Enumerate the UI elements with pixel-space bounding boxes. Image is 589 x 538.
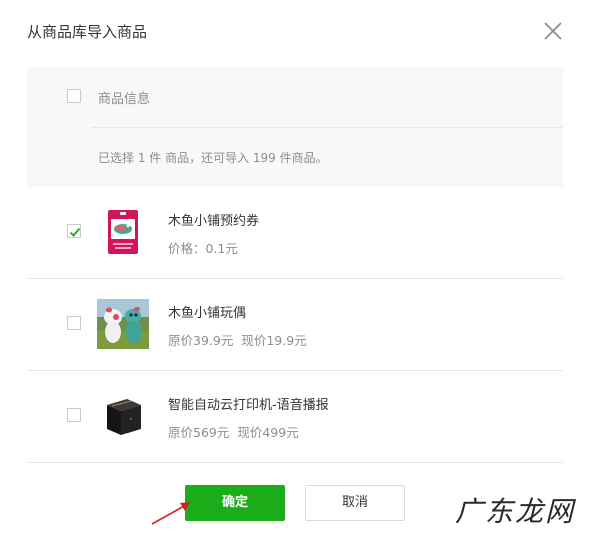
coupon-card-thumbnail [97, 207, 149, 257]
checkmark-icon [69, 227, 81, 237]
original-price: 原价39.9元 [168, 333, 234, 348]
product-name: 智能自动云打印机-语音播报 [168, 398, 329, 413]
product-name: 木鱼小铺玩偶 [168, 306, 247, 321]
product-row[interactable]: 智能自动云打印机-语音播报 原价569元 现价499元 [27, 371, 563, 463]
product-list: 木鱼小铺预约券 价格：0.1元 木鱼小铺玩偶 原价39.9元 现价19.9元 智… [27, 187, 563, 463]
product-checkbox[interactable] [67, 316, 81, 330]
product-price: 原价39.9元 现价19.9元 [168, 330, 307, 349]
product-info-label: 商品信息 [98, 92, 151, 107]
product-checkbox-checked[interactable] [67, 224, 81, 238]
product-price: 原价569元 现价499元 [168, 422, 299, 441]
current-price: 现价19.9元 [241, 333, 307, 348]
product-row[interactable]: 木鱼小铺玩偶 原价39.9元 现价19.9元 [27, 279, 563, 371]
header-divider [92, 127, 563, 128]
selection-status-text: 已选择 1 件 商品，还可导入 199 件商品。 [98, 151, 328, 165]
cancel-button[interactable]: 取消 [305, 485, 405, 521]
select-all-checkbox[interactable] [67, 89, 81, 103]
current-price: 现价499元 [237, 425, 299, 440]
watermark-text: 广东龙网 [455, 495, 576, 528]
product-row[interactable]: 木鱼小铺预约券 价格：0.1元 [27, 187, 563, 279]
close-icon[interactable] [543, 21, 563, 41]
product-info-header: 商品信息 已选择 1 件 商品，还可导入 199 件商品。 [27, 67, 563, 187]
confirm-button[interactable]: 确定 [185, 485, 285, 521]
dialog-title: 从商品库导入商品 [27, 23, 148, 41]
product-checkbox[interactable] [67, 408, 81, 422]
product-price: 价格：0.1元 [168, 241, 238, 256]
black-printer-cube-thumbnail [97, 391, 149, 441]
product-name: 木鱼小铺预约券 [168, 214, 260, 229]
original-price: 原价569元 [168, 425, 230, 440]
red-arrow-annotation [151, 502, 190, 525]
plush-toys-photo-thumbnail [97, 299, 149, 349]
